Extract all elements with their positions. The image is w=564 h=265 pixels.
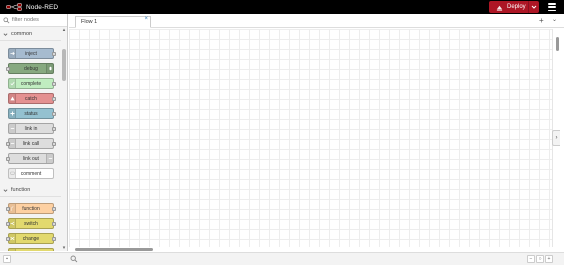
zoom-controls: − ○ + bbox=[527, 255, 553, 263]
header-bar: Node-RED Deploy bbox=[0, 0, 564, 14]
main-menu-hamburger-icon[interactable] bbox=[547, 2, 557, 12]
palette-node-function[interactable]: f function bbox=[6, 203, 56, 214]
palette-search-bar bbox=[0, 14, 67, 27]
palette-node-inject[interactable]: inject bbox=[8, 48, 56, 59]
palette-manage-icon[interactable]: ▪ bbox=[3, 255, 11, 263]
zoom-reset-button[interactable]: ○ bbox=[536, 255, 544, 263]
output-port bbox=[52, 52, 56, 56]
input-port bbox=[6, 67, 10, 71]
palette-category-common[interactable]: common bbox=[0, 28, 61, 41]
footer-bar: ▪ − ○ + bbox=[0, 252, 564, 265]
tab-marker-icon[interactable]: × bbox=[144, 16, 148, 22]
shuffle-icon bbox=[9, 234, 16, 243]
scroll-down-icon[interactable]: ▾ bbox=[61, 245, 67, 251]
link-icon bbox=[46, 154, 53, 163]
palette-footer-buttons: ▪ bbox=[3, 255, 11, 263]
scroll-up-icon[interactable]: ▴ bbox=[61, 27, 67, 33]
palette-node-change[interactable]: change bbox=[6, 233, 56, 244]
zoom-in-button[interactable]: + bbox=[545, 255, 553, 263]
deploy-button[interactable]: Deploy bbox=[489, 1, 539, 13]
tab-label: Flow 1 bbox=[81, 19, 98, 25]
status-icon bbox=[9, 109, 16, 118]
hamburger-line bbox=[548, 9, 556, 11]
workspace-tab-bar: Flow 1 × + ⌄ bbox=[69, 14, 564, 28]
deploy-label: Deploy bbox=[507, 4, 526, 10]
palette-node-link-out[interactable]: link out bbox=[6, 153, 54, 164]
palette-search-input[interactable] bbox=[12, 17, 64, 23]
canvas-horizontal-scrollbar-thumb[interactable] bbox=[75, 248, 153, 251]
hamburger-line bbox=[548, 3, 556, 5]
arrow-right-icon bbox=[9, 49, 16, 58]
deploy-icon bbox=[496, 5, 503, 11]
node-red-logo-icon bbox=[6, 3, 22, 11]
deploy-options-chevron-down-icon[interactable] bbox=[531, 4, 537, 10]
palette-node-link-call[interactable]: link call bbox=[6, 138, 56, 149]
output-port bbox=[52, 142, 56, 146]
chevron-down-icon bbox=[3, 32, 8, 36]
app-title: Node-RED bbox=[26, 3, 59, 11]
svg-text:f: f bbox=[10, 206, 14, 211]
flow-canvas[interactable] bbox=[69, 29, 552, 247]
node-palette: common inject debug complete catch statu… bbox=[0, 14, 68, 251]
palette-node-link-in[interactable]: link in bbox=[8, 123, 56, 134]
tab-flow-1[interactable]: Flow 1 × bbox=[75, 16, 151, 28]
output-port bbox=[52, 222, 56, 226]
palette-node-complete[interactable]: complete bbox=[8, 78, 56, 89]
app-logo: Node-RED bbox=[6, 2, 58, 12]
output-port bbox=[52, 237, 56, 241]
category-label: function bbox=[11, 187, 31, 193]
switch-icon bbox=[9, 219, 16, 228]
palette-scrollbar-thumb[interactable] bbox=[62, 49, 66, 81]
canvas-vertical-scrollbar-thumb[interactable] bbox=[556, 37, 559, 51]
comment-icon bbox=[9, 169, 16, 178]
output-port bbox=[52, 97, 56, 101]
palette-node-list: common inject debug complete catch statu… bbox=[0, 27, 61, 251]
palette-category-function[interactable]: function bbox=[0, 184, 61, 197]
link-icon bbox=[9, 139, 16, 148]
input-port bbox=[6, 157, 10, 161]
palette-node-comment[interactable]: comment bbox=[8, 168, 54, 179]
add-flow-button[interactable]: + bbox=[539, 16, 544, 25]
check-icon bbox=[9, 79, 16, 88]
output-port bbox=[52, 207, 56, 211]
deploy-divider bbox=[528, 1, 529, 13]
hamburger-line bbox=[548, 6, 556, 8]
zoom-out-button[interactable]: − bbox=[527, 255, 535, 263]
palette-scrollbar[interactable] bbox=[61, 27, 67, 251]
output-port bbox=[52, 127, 56, 131]
search-icon[interactable] bbox=[70, 255, 78, 263]
category-label: common bbox=[11, 31, 33, 37]
output-port bbox=[52, 112, 56, 116]
tab-list-chevron-down-icon[interactable]: ⌄ bbox=[552, 16, 557, 23]
sidebar-toggle-chevron-right-icon[interactable]: › bbox=[552, 130, 560, 146]
alert-icon bbox=[9, 94, 16, 103]
palette-node-switch[interactable]: switch bbox=[6, 218, 56, 229]
function-icon: f bbox=[9, 204, 16, 213]
palette-node-debug[interactable]: debug bbox=[6, 63, 54, 74]
palette-node-range[interactable]: range bbox=[8, 248, 54, 251]
search-icon bbox=[3, 16, 10, 23]
palette-node-catch[interactable]: catch bbox=[8, 93, 56, 104]
chevron-down-icon bbox=[3, 188, 8, 192]
output-port bbox=[52, 82, 56, 86]
range-icon bbox=[9, 249, 16, 251]
palette-node-status[interactable]: status bbox=[8, 108, 56, 119]
bug-icon bbox=[46, 64, 53, 73]
link-icon bbox=[9, 124, 16, 133]
